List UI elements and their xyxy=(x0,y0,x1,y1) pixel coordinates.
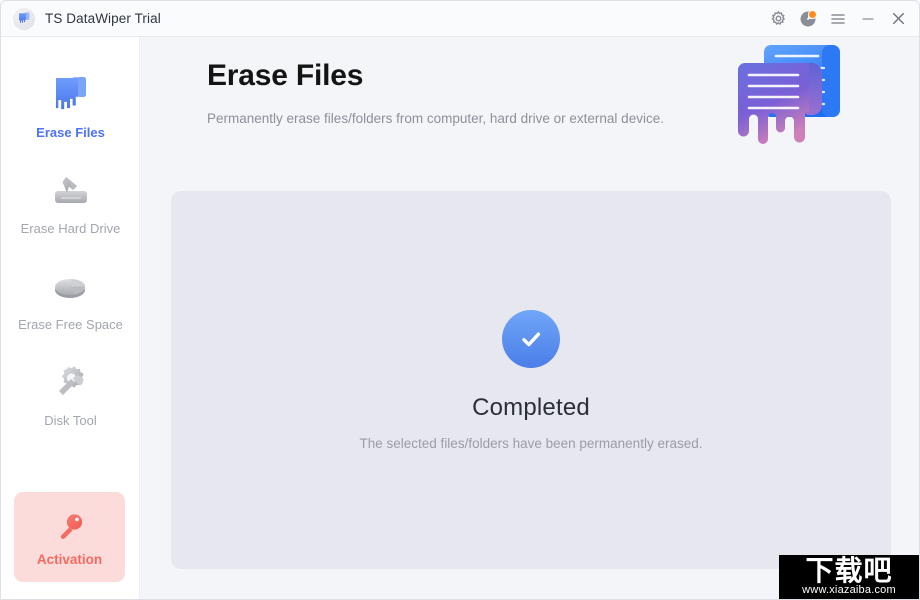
activation-button[interactable]: Activation xyxy=(14,492,125,582)
trial-status-button[interactable] xyxy=(793,4,823,34)
sidebar-item-erase-free-space[interactable]: Erase Free Space xyxy=(1,247,140,343)
page-title: Erase Files xyxy=(207,59,364,92)
result-panel: Completed The selected files/folders hav… xyxy=(171,191,891,569)
datawiper-logo-icon xyxy=(13,7,35,30)
close-button[interactable] xyxy=(883,4,913,34)
sidebar-item-label: Erase Free Space xyxy=(18,317,123,332)
sidebar-item-label: Erase Files xyxy=(36,125,105,140)
title-bar: TS DataWiper Trial xyxy=(1,1,919,37)
melting-documents-illustration xyxy=(724,43,860,171)
check-circle-icon xyxy=(502,309,560,368)
main-content: Erase Files Permanently erase files/fold… xyxy=(141,37,919,599)
watermark-text: 下载吧 xyxy=(805,555,893,587)
settings-button[interactable] xyxy=(763,4,793,34)
notification-badge xyxy=(808,9,817,19)
close-icon xyxy=(891,11,906,26)
minimize-button[interactable] xyxy=(853,4,883,34)
sidebar-item-erase-hard-drive[interactable]: Erase Hard Drive xyxy=(1,151,140,247)
key-icon xyxy=(54,508,86,546)
menu-button[interactable] xyxy=(823,4,853,34)
hamburger-icon xyxy=(830,11,846,27)
status-description: The selected files/folders have been per… xyxy=(359,435,703,451)
completion-status: Completed The selected files/folders hav… xyxy=(171,191,891,569)
activation-label: Activation xyxy=(36,551,103,567)
pie-chart-icon xyxy=(43,263,99,309)
sidebar: Erase Files Erase Hard Drive Erase Free … xyxy=(1,37,140,599)
watermark-url: www.xiazaiba.com xyxy=(802,583,896,596)
window-title: TS DataWiper Trial xyxy=(45,11,161,26)
minimize-icon xyxy=(861,12,875,26)
sidebar-item-label: Disk Tool xyxy=(44,413,97,428)
sidebar-item-erase-files[interactable]: Erase Files xyxy=(1,55,140,151)
melting-document-icon xyxy=(43,71,99,117)
application-window: TS DataWiper Trial Erase Files Erase Har… xyxy=(0,0,920,600)
page-subtitle: Permanently erase files/folders from com… xyxy=(207,111,664,126)
site-watermark: 下载吧 www.xiazaiba.com xyxy=(779,555,919,599)
sidebar-item-disk-tool[interactable]: Disk Tool xyxy=(1,343,140,439)
hard-drive-arrow-icon xyxy=(43,167,99,213)
gear-icon xyxy=(770,10,787,27)
status-title: Completed xyxy=(472,393,590,421)
sidebar-item-label: Erase Hard Drive xyxy=(20,221,121,236)
gear-wrench-icon xyxy=(43,359,99,405)
